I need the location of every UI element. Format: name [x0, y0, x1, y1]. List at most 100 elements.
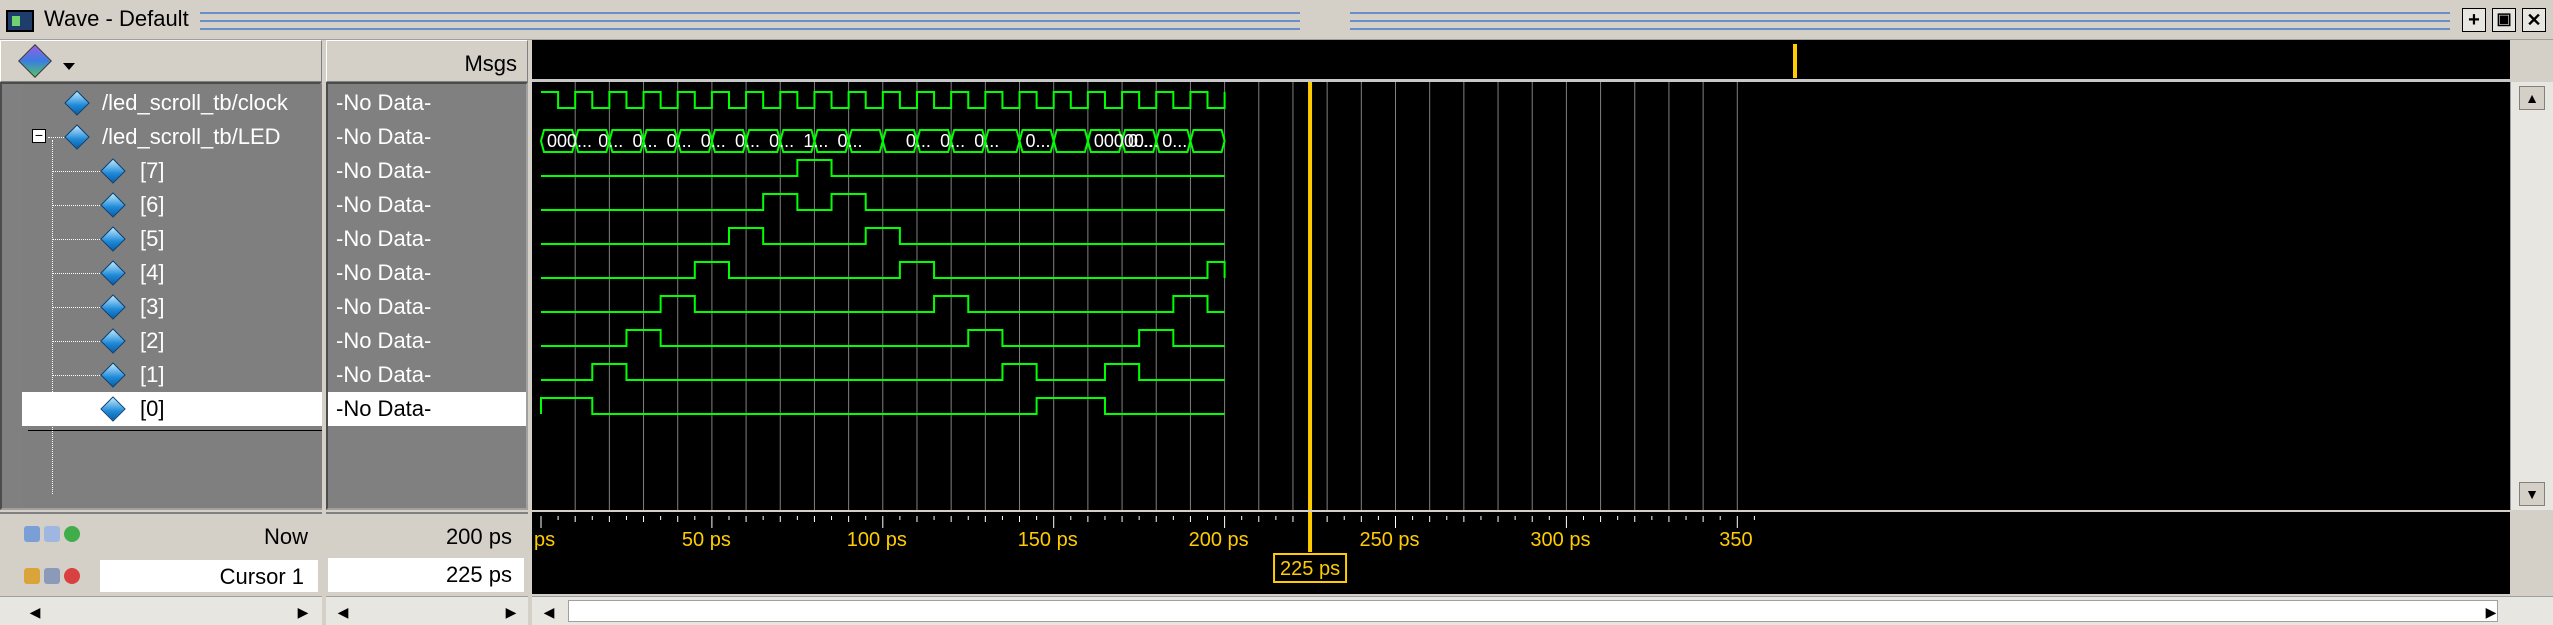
tree-line — [52, 171, 102, 172]
undock-button[interactable]: ▣ — [2492, 8, 2516, 32]
signal-name: [1] — [140, 362, 165, 387]
close-button[interactable]: ✕ — [2522, 8, 2546, 32]
signal-value: -No Data- — [336, 90, 432, 115]
cursor-flag-label: 225 ps — [1280, 558, 1340, 580]
ruler-label: 200 ps — [1189, 529, 1249, 551]
value-row: -No Data- — [328, 358, 526, 392]
signal-name: [2] — [140, 328, 165, 353]
signal-row-led-5[interactable]: [5] — [22, 222, 322, 256]
bus-label: 0... — [667, 131, 692, 151]
bus-label: 0... — [838, 131, 863, 151]
signal-name: [7] — [140, 158, 165, 183]
signal-icon — [100, 192, 126, 218]
scroll-left-icon[interactable]: ◀ — [538, 601, 560, 623]
bus-label: 0... — [1026, 131, 1051, 151]
signal-value: -No Data- — [336, 396, 432, 421]
ruler-label: ps — [534, 529, 555, 551]
title-bar[interactable]: Wave - Default + ▣ ✕ — [0, 0, 2553, 40]
header-gutter — [2510, 40, 2553, 82]
signal-name: /led_scroll_tb/LED — [102, 124, 281, 149]
chevron-down-icon[interactable] — [63, 63, 75, 70]
names-hscroll[interactable]: ◀ ▶ — [0, 596, 322, 625]
value-row: -No Data- — [328, 188, 526, 222]
signal-row-led-3[interactable]: [3] — [22, 290, 322, 324]
signal-row-clock[interactable]: /led_scroll_tb/clock — [22, 86, 322, 120]
scroll-right-icon[interactable]: ▶ — [500, 601, 522, 623]
wave-options-icon[interactable] — [18, 44, 52, 78]
value-row: -No Data- — [328, 120, 526, 154]
bus-label: 0... — [974, 131, 999, 151]
signal-row-led[interactable]: − /led_scroll_tb/LED — [22, 120, 322, 154]
edit-wave-icon[interactable] — [44, 526, 60, 542]
collapse-icon[interactable]: − — [32, 128, 46, 143]
title-grip-left[interactable] — [200, 12, 1300, 30]
signal-name: [4] — [140, 260, 165, 285]
signal-icon — [100, 362, 126, 388]
ruler-svg[interactable]: ps 50 ps 100 ps 150 ps 200 ps 250 ps 300 ps 350… — [532, 512, 2510, 594]
bus-label: 0... — [769, 131, 794, 151]
signal-icon — [64, 124, 90, 150]
signal-name: /led_scroll_tb/clock — [102, 90, 288, 115]
cursor-name-field[interactable]: Cursor 1 — [100, 560, 318, 592]
scroll-right-icon[interactable]: ▶ — [292, 601, 314, 623]
waveform-canvas[interactable]: 000... 0... 0... 0... 0... 0... 0... 1... 0... 0.… — [532, 82, 2510, 510]
timeline-ruler[interactable]: ps 50 ps 100 ps 150 ps 200 ps 250 ps 300 ps 350… — [532, 512, 2510, 594]
bus-label: 000... — [547, 131, 592, 151]
value-row: -No Data- — [328, 392, 526, 426]
delete-cursor-icon[interactable] — [64, 568, 80, 584]
scroll-up-icon[interactable]: ▲ — [2519, 86, 2545, 110]
signal-row-led-7[interactable]: [7] — [22, 154, 322, 188]
dock-button[interactable]: + — [2462, 8, 2486, 32]
signal-icon — [100, 260, 126, 286]
ruler-label: 150 ps — [1018, 529, 1078, 551]
signal-row-led-4[interactable]: [4] — [22, 256, 322, 290]
waveform-svg[interactable]: 000... 0... 0... 0... 0... 0... 0... 1... 0... 0.… — [532, 82, 2510, 510]
ruler-label: 100 ps — [847, 529, 907, 551]
signal-row-led-1[interactable]: [1] — [22, 358, 322, 392]
wave-header — [532, 40, 2510, 82]
signal-row-led-6[interactable]: [6] — [22, 188, 322, 222]
vertical-scrollbar[interactable]: ▲ ▼ — [2510, 82, 2553, 510]
lock-icon[interactable] — [24, 568, 40, 584]
ruler-label: 300 ps — [1530, 529, 1590, 551]
signal-icon — [64, 90, 90, 116]
scroll-down-icon[interactable]: ▼ — [2519, 482, 2545, 506]
msgs-header: Msgs — [464, 51, 517, 76]
signal-value: -No Data- — [336, 226, 432, 251]
window-title: Wave - Default — [44, 6, 189, 31]
tree-line — [52, 273, 102, 274]
wave-hscroll[interactable]: ◀ ▶ — [532, 596, 2553, 625]
tree-line — [52, 409, 102, 410]
bus-segment — [1052, 129, 1089, 153]
signal-names-list: /led_scroll_tb/clock − /led_scroll_tb/LE… — [22, 84, 322, 508]
bus-label: 0... — [906, 131, 931, 151]
bus-label: 0... — [632, 131, 657, 151]
insertion-marker — [28, 430, 322, 431]
tree-line — [48, 137, 66, 138]
add-cursor-icon[interactable] — [64, 526, 80, 542]
cursor-label: Cursor 1 — [219, 564, 304, 589]
scroll-thumb[interactable] — [568, 600, 2498, 622]
signal-name: [5] — [140, 226, 165, 251]
wrench-icon[interactable] — [44, 568, 60, 584]
signal-names-panel: /led_scroll_tb/clock − /led_scroll_tb/LE… — [0, 82, 322, 510]
signal-name: [3] — [140, 294, 165, 319]
now-value: 200 ps — [445, 524, 512, 549]
wave-window: Wave - Default + ▣ ✕ Msgs /led_scroll_tb… — [0, 0, 2553, 625]
signal-value: -No Data- — [336, 158, 432, 183]
scroll-left-icon[interactable]: ◀ — [24, 601, 46, 623]
scroll-right-icon[interactable]: ▶ — [2480, 601, 2502, 623]
values-hscroll[interactable]: ◀ ▶ — [326, 596, 528, 625]
signal-row-led-2[interactable]: [2] — [22, 324, 322, 358]
bus-label: 0... — [1128, 131, 1153, 151]
add-wave-icon[interactable] — [24, 526, 40, 542]
cursor-marker-top[interactable] — [1793, 44, 1797, 78]
tree-line — [52, 375, 102, 376]
ruler-label: 350 — [1719, 529, 1752, 551]
signal-value: -No Data- — [336, 192, 432, 217]
signal-value: -No Data- — [336, 124, 432, 149]
value-row: -No Data- — [328, 222, 526, 256]
scroll-left-icon[interactable]: ◀ — [332, 601, 354, 623]
signal-row-led-0[interactable]: [0] — [22, 392, 322, 426]
title-grip-right[interactable] — [1350, 12, 2450, 30]
